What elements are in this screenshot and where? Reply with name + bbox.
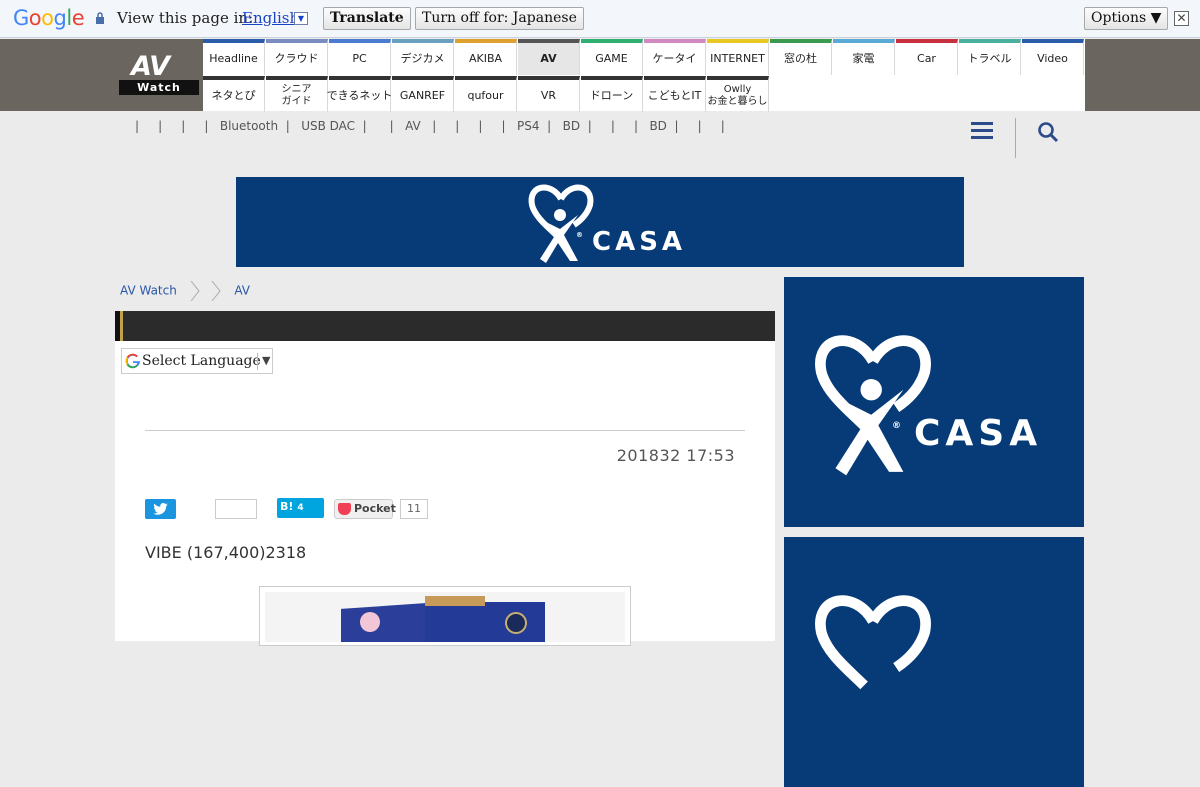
nav-item-1-2[interactable]: クラウド (266, 39, 328, 75)
options-button[interactable]: Options ▼ (1084, 7, 1169, 30)
menu-icon[interactable] (971, 120, 993, 140)
nav-item-1-3[interactable]: PC (329, 39, 391, 75)
article-photo[interactable] (259, 586, 631, 646)
nav-item-2-2[interactable]: シニア ガイド (266, 76, 328, 112)
google-logo-letter: o (41, 6, 54, 30)
nav-item-2-1[interactable]: ネタとぴ (203, 76, 265, 112)
language-select-label: Select Language (142, 353, 261, 369)
breadcrumb: AV Watch AV (120, 281, 250, 301)
translate-button[interactable]: Translate (323, 7, 411, 30)
header-divider (1015, 118, 1016, 158)
divider (145, 430, 745, 431)
twitter-count (215, 499, 257, 519)
translate-bar: Google View this page in: English ▼ Tran… (0, 0, 1200, 38)
breadcrumb-separator-icon (212, 281, 222, 301)
nav-item-1-11[interactable]: 家電 (833, 39, 895, 75)
google-logo-letter: o (28, 6, 42, 30)
lock-icon (96, 12, 104, 24)
nav-item-1-13[interactable]: トラベル (959, 39, 1021, 75)
twitter-share-button[interactable] (145, 499, 176, 519)
breadcrumb-av[interactable]: AV (234, 284, 250, 298)
breadcrumb-home[interactable]: AV Watch (120, 284, 177, 298)
article-lead: VIBE (167,400)2318 (145, 543, 307, 562)
nav-item-1-5[interactable]: AKIBA (455, 39, 517, 75)
search-icon[interactable] (1037, 121, 1059, 143)
google-logo: Google (13, 6, 85, 30)
chevron-down-icon: ▼ (262, 354, 271, 367)
casa-heart-logo (815, 335, 931, 476)
nav-item-1-10[interactable]: 窓の杜 (770, 39, 832, 75)
nav-item-2-3[interactable]: できるネット (327, 76, 392, 112)
hatena-bookmark-button[interactable]: B! 4 (277, 498, 324, 518)
nav-item-1-4[interactable]: デジカメ (392, 39, 454, 75)
side-ad-brand: CASA (914, 413, 1043, 454)
nav-item-2-4[interactable]: GANREF (392, 76, 454, 112)
banner-ad[interactable]: CASA ® (236, 177, 964, 267)
pocket-icon (338, 503, 351, 515)
article-title-bar (115, 311, 775, 341)
sub-nav[interactable]: | | | | Bluetooth | USB DAC | | AV | | |… (135, 119, 725, 133)
site-logo[interactable]: AV Watch (119, 51, 199, 95)
breadcrumb-separator-icon (190, 281, 200, 301)
article-main: Select Language ▼ 201832 17:53 B! 4 Pocke… (115, 311, 775, 646)
nav-item-1-9[interactable]: INTERNET (707, 39, 769, 75)
nav-item-1-8[interactable]: ケータイ (644, 39, 706, 75)
google-logo-letter: g (53, 6, 67, 30)
language-select[interactable]: Select Language ▼ (121, 348, 273, 374)
twitter-icon (153, 503, 168, 515)
nav-item-1-7[interactable]: GAME (581, 39, 643, 75)
nav-item-2-6[interactable]: VR (518, 76, 580, 112)
language-dropdown-icon[interactable]: ▼ (294, 12, 308, 25)
nav-item-1-6[interactable]: AV (518, 39, 580, 75)
nav-item-2-9[interactable]: Owlly お金と暮らし (707, 76, 769, 112)
nav-item-1-1[interactable]: Headline (203, 39, 265, 75)
close-icon[interactable]: ✕ (1174, 11, 1189, 26)
side-ad-1[interactable]: CASA ® (784, 277, 1084, 527)
nav-item-1-14[interactable]: Video (1022, 39, 1084, 75)
google-logo-letter: G (13, 6, 29, 30)
publish-date: 201832 17:53 (616, 446, 735, 465)
hatena-count: 4 (297, 503, 304, 513)
logo-subtext: Watch (119, 80, 199, 95)
google-g-icon (125, 353, 140, 369)
registered-mark: ® (892, 421, 901, 431)
banner-brand: CASA (592, 227, 687, 257)
nav-item-1-12[interactable]: Car (896, 39, 958, 75)
nav-item-2-8[interactable]: こどもとIT (644, 76, 706, 112)
logo-text: AV (131, 51, 170, 82)
pocket-count: 11 (400, 499, 428, 519)
casa-heart-logo (528, 184, 594, 263)
pocket-button[interactable]: Pocket (334, 499, 396, 519)
language-link[interactable]: English (242, 9, 299, 27)
turn-off-button[interactable]: Turn off for: Japanese (415, 7, 584, 30)
pocket-label: Pocket (354, 502, 396, 515)
registered-mark: ® (576, 231, 583, 239)
translate-prompt: View this page in: (117, 9, 254, 27)
nav-item-2-5[interactable]: qufour (455, 76, 517, 112)
nav-item-2-7[interactable]: ドローン (581, 76, 643, 112)
google-logo-letter: e (71, 6, 85, 30)
side-ad-2[interactable] (784, 537, 1084, 787)
category-nav: Headline クラウド PC デジカメ AKIBA AV GAME ケータイ INTERNE… (203, 39, 1085, 112)
casa-heart-logo (815, 595, 931, 690)
